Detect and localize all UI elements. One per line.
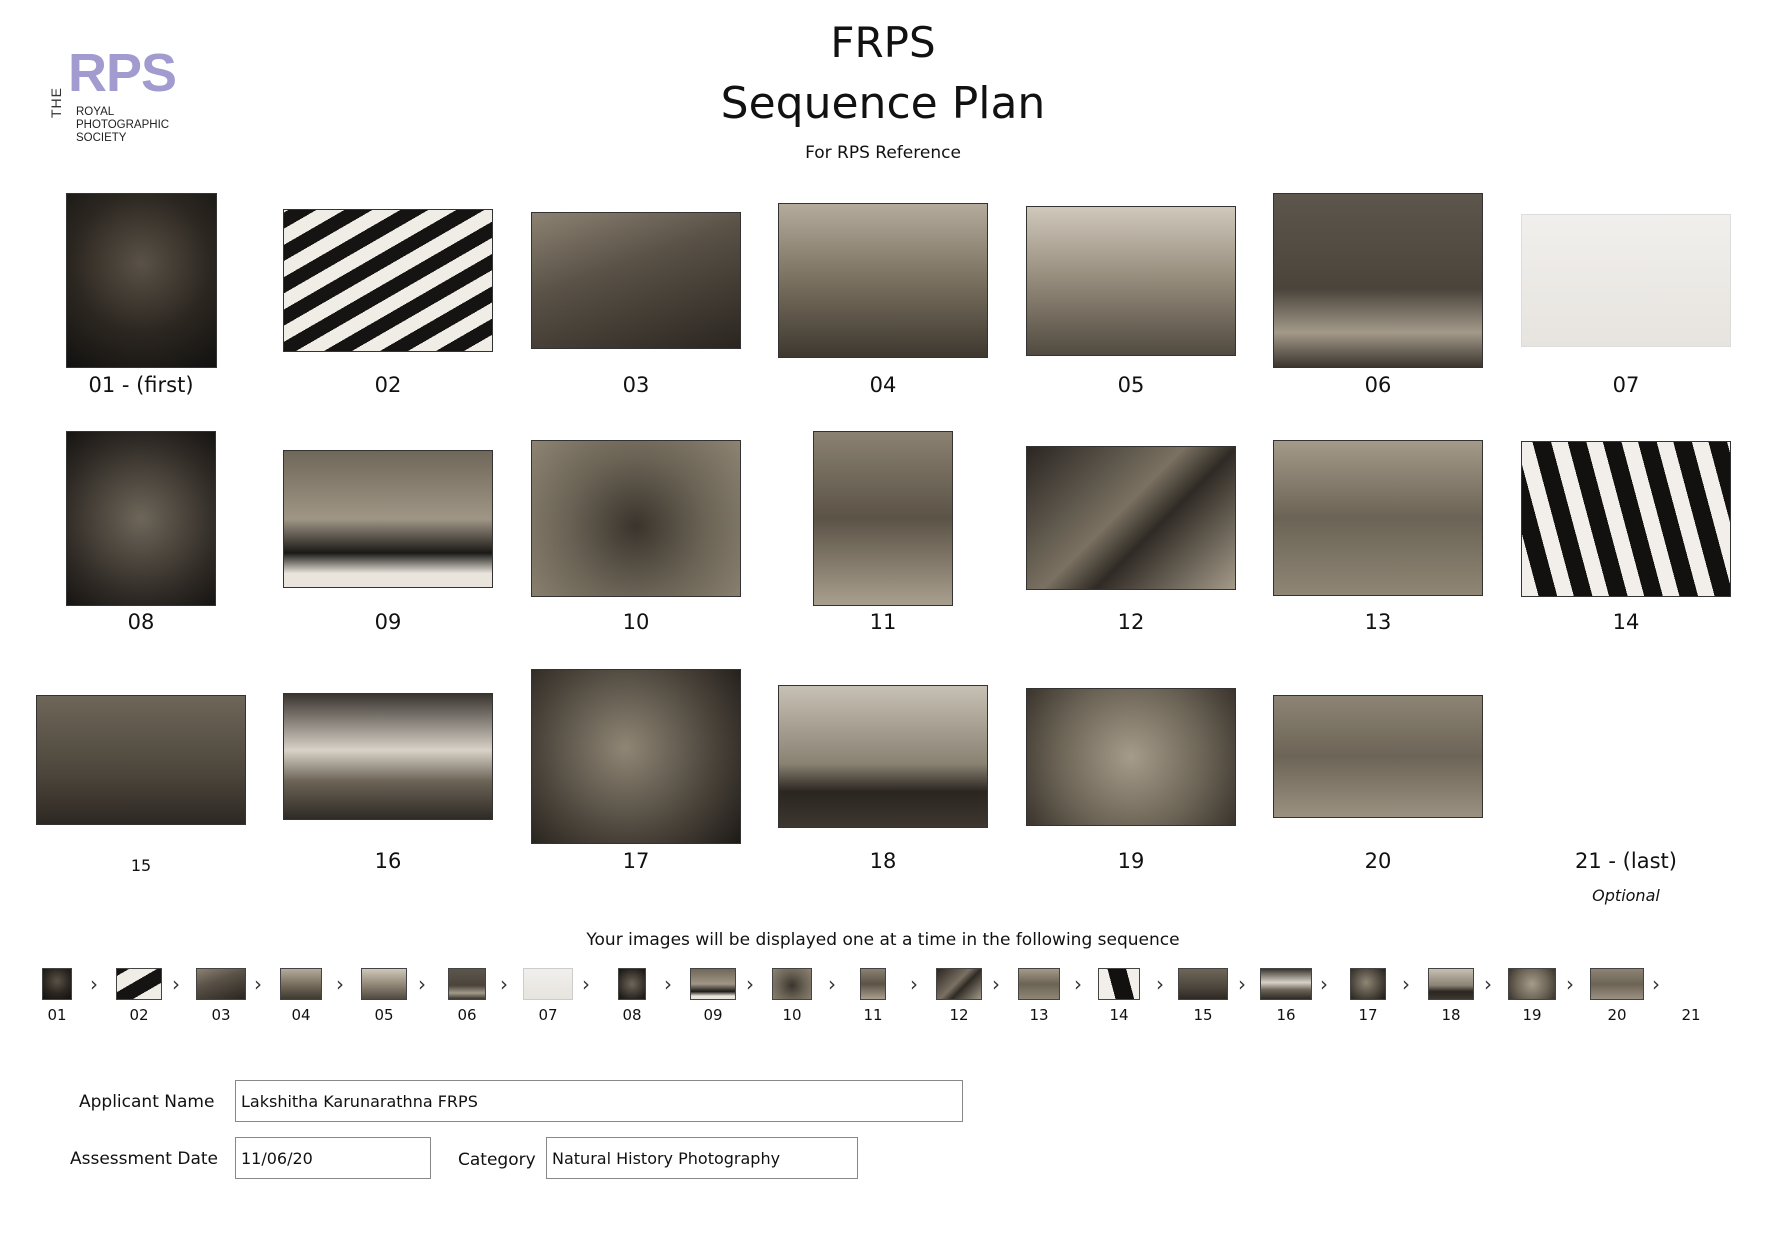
seq-arrow-icon: › [500, 972, 508, 996]
photo-01 [66, 193, 217, 368]
seq-thumb-19: 19 [1508, 968, 1556, 1024]
seq-arrow-icon: › [1320, 972, 1328, 996]
photo-label-17: 17 [622, 849, 650, 873]
seq-thumb-01: 01 [42, 968, 72, 1024]
page-subtitle: Sequence Plan [720, 78, 1046, 129]
applicant-name-field[interactable]: Lakshitha Karunarathna FRPS [235, 1080, 963, 1122]
seq-thumb-12: 12 [936, 968, 982, 1024]
photo-09 [283, 450, 493, 588]
seq-thumb-10: 10 [772, 968, 812, 1024]
seq-thumb-03: 03 [196, 968, 246, 1024]
seq-arrow-icon: › [992, 972, 1000, 996]
photo-05 [1026, 206, 1236, 356]
photo-label-18: 18 [869, 849, 897, 873]
photo-label-04: 04 [869, 373, 897, 397]
seq-arrow-icon: › [1566, 972, 1574, 996]
seq-arrow-icon: › [1484, 972, 1492, 996]
photo-label-05: 05 [1117, 373, 1145, 397]
photo-label-12: 12 [1117, 610, 1145, 634]
assessment-date-label: Assessment Date [70, 1149, 219, 1169]
photo-11 [813, 431, 953, 606]
photo-label-02: 02 [374, 373, 402, 397]
photo-label-06: 06 [1364, 373, 1392, 397]
photo-10 [531, 440, 741, 597]
photo-label-01: 01 - (first) [88, 373, 194, 397]
seq-arrow-icon: › [1156, 972, 1164, 996]
seq-arrow-icon: › [1652, 972, 1660, 996]
seq-thumb-17: 17 [1350, 968, 1386, 1024]
photo-03 [531, 212, 741, 349]
seq-arrow-icon: › [90, 972, 98, 996]
seq-thumb-21: 21 [1676, 968, 1706, 1024]
seq-arrow-icon: › [910, 972, 918, 996]
seq-arrow-icon: › [172, 972, 180, 996]
photo-label-21: 21 - (last) [1575, 849, 1677, 873]
seq-arrow-icon: › [1238, 972, 1246, 996]
photo-02 [283, 209, 493, 352]
optional-note: Optional [1592, 886, 1660, 905]
seq-arrow-icon: › [828, 972, 836, 996]
seq-thumb-05: 05 [361, 968, 407, 1024]
photo-12 [1026, 446, 1236, 590]
seq-arrow-icon: › [1074, 972, 1082, 996]
photo-20 [1273, 695, 1483, 818]
seq-thumb-09: 09 [690, 968, 736, 1024]
photo-13 [1273, 440, 1483, 596]
category-label: Category [458, 1150, 536, 1170]
photo-18 [778, 685, 988, 828]
photo-06 [1273, 193, 1483, 368]
photo-label-15: 15 [130, 856, 152, 875]
photo-label-11: 11 [869, 610, 897, 634]
page-title: FRPS [830, 18, 936, 67]
seq-thumb-11: 11 [860, 968, 886, 1024]
photo-07 [1521, 214, 1731, 347]
photo-04 [778, 203, 988, 358]
photo-label-10: 10 [622, 610, 650, 634]
seq-thumb-16: 16 [1260, 968, 1312, 1024]
assessment-date-field[interactable]: 11/06/20 [235, 1137, 431, 1179]
seq-arrow-icon: › [1402, 972, 1410, 996]
photo-label-13: 13 [1364, 610, 1392, 634]
photo-label-16: 16 [374, 849, 402, 873]
seq-thumb-14: 14 [1098, 968, 1140, 1024]
photo-label-09: 09 [374, 610, 402, 634]
seq-arrow-icon: › [664, 972, 672, 996]
seq-thumb-02: 02 [116, 968, 162, 1024]
photo-label-14: 14 [1612, 610, 1640, 634]
photo-14 [1521, 441, 1731, 597]
sequence-caption: Your images will be displayed one at a t… [586, 930, 1180, 950]
photo-label-03: 03 [622, 373, 650, 397]
photo-label-08: 08 [127, 610, 155, 634]
seq-thumb-20: 20 [1590, 968, 1644, 1024]
photo-16 [283, 693, 493, 820]
seq-arrow-icon: › [254, 972, 262, 996]
seq-thumb-08: 08 [618, 968, 646, 1024]
photo-08 [66, 431, 216, 606]
photo-label-20: 20 [1364, 849, 1392, 873]
category-field[interactable]: Natural History Photography [546, 1137, 858, 1179]
seq-arrow-icon: › [746, 972, 754, 996]
seq-arrow-icon: › [418, 972, 426, 996]
photo-label-19: 19 [1117, 849, 1145, 873]
applicant-name-label: Applicant Name [79, 1092, 215, 1112]
seq-thumb-18: 18 [1428, 968, 1474, 1024]
seq-arrow-icon: › [582, 972, 590, 996]
seq-thumb-15: 15 [1178, 968, 1228, 1024]
reference-note: For RPS Reference [805, 143, 961, 163]
seq-thumb-04: 04 [280, 968, 322, 1024]
photo-15 [36, 695, 246, 825]
seq-thumb-07: 07 [523, 968, 573, 1024]
seq-arrow-icon: › [336, 972, 344, 996]
seq-thumb-13: 13 [1018, 968, 1060, 1024]
seq-thumb-06: 06 [448, 968, 486, 1024]
sequence-strip: 01 › 02 › 03 › 04 › 05 › 06 › 07 › 08 › … [40, 968, 1740, 1028]
photo-label-07: 07 [1612, 373, 1640, 397]
photo-19 [1026, 688, 1236, 826]
photo-17 [531, 669, 741, 844]
